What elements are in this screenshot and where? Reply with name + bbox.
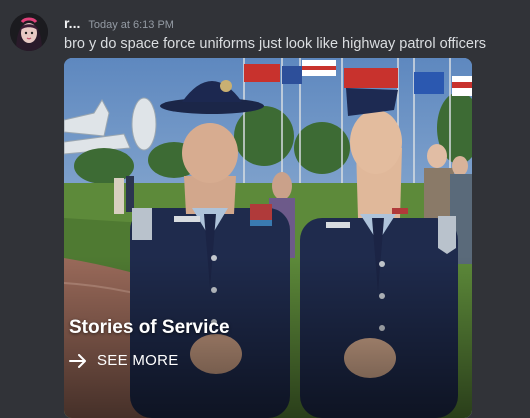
embed-title[interactable]: Stories of Service bbox=[69, 317, 230, 339]
username[interactable]: r... bbox=[64, 15, 80, 31]
message-header: r... Today at 6:13 PM bbox=[64, 15, 174, 33]
timestamp: Today at 6:13 PM bbox=[88, 19, 174, 31]
see-more-link[interactable]: SEE MORE bbox=[69, 352, 179, 369]
embed-card[interactable]: Stories of Service SEE MORE bbox=[64, 58, 472, 418]
avatar-image bbox=[10, 13, 48, 51]
message-text: bro y do space force uniforms just look … bbox=[64, 36, 487, 52]
see-more-label: SEE MORE bbox=[97, 352, 179, 369]
arrow-right-icon bbox=[69, 353, 86, 368]
avatar[interactable] bbox=[10, 13, 48, 51]
